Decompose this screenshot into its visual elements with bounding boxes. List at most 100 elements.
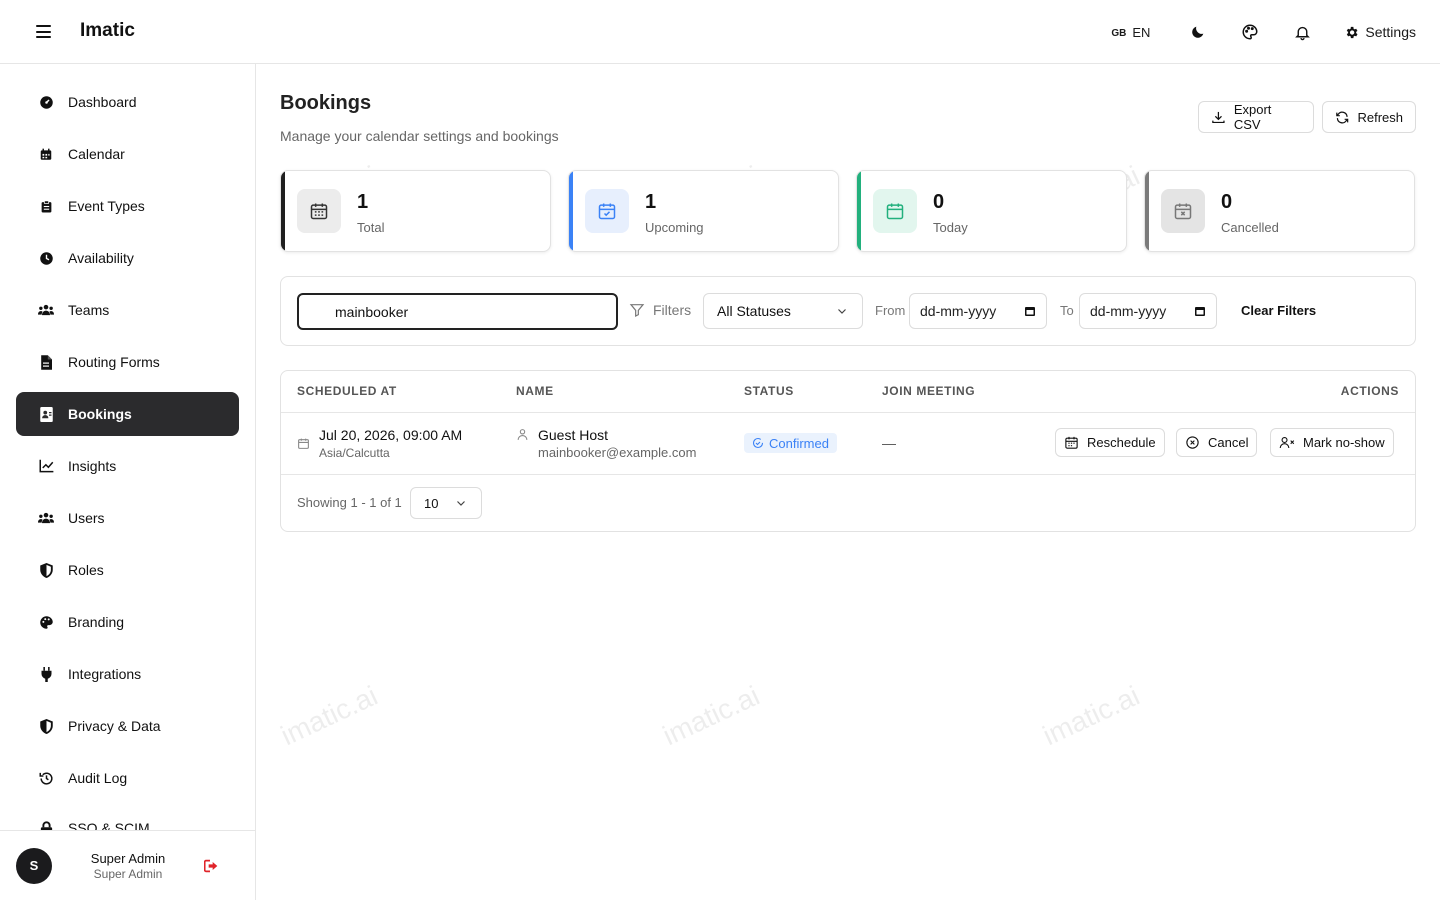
dark-mode-moon-icon[interactable] [1188,22,1208,42]
sidebar-item-teams[interactable]: Teams [16,288,239,332]
status-select-value: All Statuses [717,303,791,319]
page-subtitle: Manage your calendar settings and bookin… [280,128,559,144]
cancel-booking-button[interactable]: Cancel [1176,428,1258,457]
user-profile: S Super Admin Super Admin [0,830,255,900]
language-switcher[interactable]: GB EN [1111,25,1150,40]
sidebar-item-sso-scim[interactable]: SSO & SCIM [16,808,239,832]
stat-value: 1 [645,191,657,213]
user-info: Super Admin Super Admin [52,851,204,881]
status-badge: Confirmed [744,433,837,453]
sidebar-item-label: Teams [68,302,110,318]
sidebar-item-privacy-data[interactable]: Privacy & Data [16,704,239,748]
sidebar-item-label: Users [68,510,105,526]
booking-datetime: Jul 20, 2026, 09:00 AM [319,427,463,443]
from-date-input[interactable]: dd-mm-yyyy [909,293,1047,329]
sidebar-item-roles[interactable]: Roles [16,548,239,592]
dashboard-icon [38,94,54,110]
person-icon [517,429,528,440]
logout-icon[interactable] [204,859,220,873]
settings-button[interactable]: Settings [1344,24,1416,40]
calendar-icon [1065,436,1078,449]
stat-card-total: 1 Total [280,170,551,252]
stat-accent-bar [857,171,861,251]
calendar-icon [1025,307,1035,316]
sidebar-item-availability[interactable]: Availability [16,236,239,280]
page-size-value: 10 [424,495,439,511]
flag-gb-icon: GB [1111,28,1127,39]
calendar-icon [873,189,917,233]
column-header: JOIN MEETING [882,384,976,398]
stat-value: 0 [933,191,945,213]
sidebar: Dashboard Calendar Event Types Availabil… [0,64,256,900]
sidebar-item-event-types[interactable]: Event Types [16,184,239,228]
search-input[interactable] [297,293,618,330]
cancel-label: Cancel [1208,435,1249,450]
settings-label: Settings [1365,24,1416,40]
reschedule-button[interactable]: Reschedule [1055,428,1165,457]
chevron-down-icon [457,501,465,506]
booking-timezone: Asia/Calcutta [319,446,390,460]
sidebar-item-bookings[interactable]: Bookings [16,392,239,436]
close-circle-icon [1186,436,1199,449]
clear-filters-button[interactable]: Clear Filters [1241,303,1316,318]
stat-card-cancelled: 0 Cancelled [1144,170,1415,252]
watermark: imatic.ai [276,679,383,752]
chevron-down-icon [838,309,846,314]
from-date-value: dd-mm-yyyy [920,303,997,319]
user-x-icon [1279,437,1295,449]
sidebar-item-audit-log[interactable]: Audit Log [16,756,239,800]
plug-icon [38,666,54,682]
watermark: imatic.ai [658,679,765,752]
sidebar-item-label: Calendar [68,146,125,162]
stat-card-today: 0 Today [856,170,1127,252]
notification-bell-icon[interactable] [1292,22,1312,42]
sidebar-item-calendar[interactable]: Calendar [16,132,239,176]
menu-toggle-icon[interactable] [36,25,51,38]
gear-icon [1347,26,1358,38]
calendar-icon [298,438,309,449]
sidebar-item-label: Integrations [68,666,142,682]
sidebar-item-label: Branding [68,614,125,630]
refresh-button[interactable]: Refresh [1322,101,1416,133]
sidebar-item-insights[interactable]: Insights [16,444,239,488]
sidebar-item-routing-forms[interactable]: Routing Forms [16,340,239,384]
filters-label: Filters [629,302,691,318]
language-code: EN [1132,24,1151,40]
export-csv-button[interactable]: Export CSV [1198,101,1314,133]
mark-no-show-label: Mark no-show [1303,435,1385,450]
stat-label: Today [933,220,968,235]
mark-no-show-button[interactable]: Mark no-show [1270,428,1394,457]
brand-name: Imatic [80,20,135,41]
page-size-select[interactable]: 10 [410,487,482,519]
stat-card-upcoming: 1 Upcoming [568,170,839,252]
join-meeting-cell: — [882,435,896,451]
users-icon [38,510,54,526]
scheduled-at-cell: Jul 20, 2026, 09:00 AM Asia/Calcutta [297,427,462,460]
column-header: ACTIONS [1340,384,1399,398]
sidebar-item-dashboard[interactable]: Dashboard [16,80,239,124]
sidebar-item-integrations[interactable]: Integrations [16,652,239,696]
sidebar-item-label: Audit Log [68,770,128,786]
stat-label: Total [357,220,385,235]
table-header: SCHEDULED AT NAME STATUS JOIN MEETING AC… [281,371,1415,413]
sidebar-item-branding[interactable]: Branding [16,600,239,644]
stat-value: 1 [357,191,369,213]
sidebar-item-label: Insights [68,458,117,474]
sidebar-item-users[interactable]: Users [16,496,239,540]
status-select[interactable]: All Statuses [703,293,863,329]
status-cell: Confirmed [744,433,837,454]
line-chart-icon [38,458,54,474]
calendar-x-icon [1161,189,1205,233]
theme-palette-icon[interactable] [1240,22,1260,42]
avatar[interactable]: S [16,847,52,884]
header-actions: GB EN Settings [1111,0,1416,64]
to-date-input[interactable]: dd-mm-yyyy [1079,293,1217,329]
table-row: Jul 20, 2026, 09:00 AM Asia/Calcutta Gue… [281,413,1415,475]
user-name: Super Admin [90,850,166,866]
palette-icon [38,614,54,630]
page-title: Bookings [280,92,372,114]
calendar-icon [38,146,54,162]
refresh-label: Refresh [1357,109,1403,125]
from-label: From [875,303,906,318]
stat-accent-bar [569,171,573,251]
